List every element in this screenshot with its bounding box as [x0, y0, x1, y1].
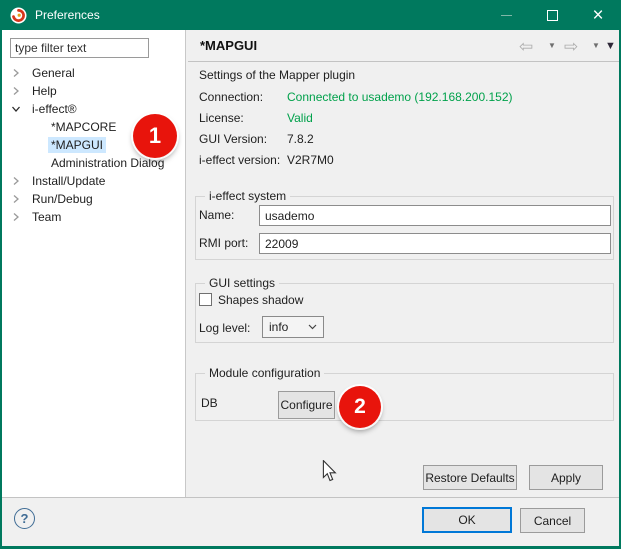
- combo-chevron-icon: [308, 324, 317, 330]
- tree-item-install-update[interactable]: Install/Update: [2, 172, 186, 190]
- configure-button[interactable]: Configure: [278, 391, 335, 419]
- caret-down-icon: ▼: [548, 42, 556, 50]
- tree-item-label: i-effect®: [29, 101, 80, 117]
- forward-arrow-icon: ⇨: [564, 38, 578, 55]
- tree-item-help[interactable]: Help: [2, 82, 186, 100]
- forward-history-dropdown[interactable]: ▼: [592, 36, 600, 56]
- ok-button[interactable]: OK: [422, 507, 512, 533]
- tree-item-general[interactable]: General: [2, 64, 186, 82]
- close-button[interactable]: ×: [575, 0, 621, 30]
- help-button[interactable]: ?: [14, 508, 35, 529]
- module-config-group: Module configuration: [195, 373, 614, 421]
- section-title: Settings of the Mapper plugin: [199, 68, 355, 82]
- step-badge-1: 1: [133, 114, 177, 158]
- ieffect-version-label: i-effect version:: [199, 153, 280, 167]
- bottom-separator: [2, 497, 619, 498]
- shapes-shadow-checkbox[interactable]: [199, 293, 212, 306]
- maximize-button[interactable]: [529, 0, 575, 30]
- caret-down-icon: ▼: [592, 42, 600, 50]
- app-icon: [10, 7, 27, 24]
- back-arrow-icon: ⇦: [519, 38, 533, 55]
- preferences-dialog: Preferences × General Help i-effect® *MA…: [0, 0, 621, 549]
- tree-item-label: Run/Debug: [29, 191, 96, 207]
- chevron-right-icon: [12, 176, 20, 186]
- connection-label: Connection:: [199, 90, 263, 104]
- minimize-icon: [501, 15, 512, 16]
- back-button[interactable]: ⇦: [519, 36, 533, 56]
- tree-item-label: Team: [29, 209, 64, 225]
- license-value: Valid: [287, 111, 313, 125]
- log-level-value: info: [269, 320, 288, 334]
- restore-defaults-button[interactable]: Restore Defaults: [423, 465, 517, 490]
- step-badge-2-number: 2: [354, 395, 366, 419]
- tree-item-label: General: [29, 65, 78, 81]
- gui-version-label: GUI Version:: [199, 132, 267, 146]
- tree-item-label: Install/Update: [29, 173, 108, 189]
- mouse-cursor: [322, 460, 337, 482]
- gui-settings-group: GUI settings: [195, 283, 614, 343]
- step-badge-2: 2: [339, 386, 381, 428]
- rmi-port-label: RMI port:: [199, 236, 248, 250]
- log-level-label: Log level:: [199, 321, 250, 335]
- tree-item-label-selected: *MAPGUI: [48, 137, 106, 153]
- help-icon: ?: [21, 511, 29, 526]
- filter-input[interactable]: [10, 38, 149, 58]
- tree-item-label: Help: [29, 83, 60, 99]
- log-level-select[interactable]: info: [262, 316, 324, 338]
- ieffect-version-value: V2R7M0: [287, 153, 334, 167]
- system-group-title: i-effect system: [205, 189, 290, 203]
- chevron-right-icon: [12, 194, 20, 204]
- forward-button[interactable]: ⇨: [564, 36, 578, 56]
- chevron-right-icon: [12, 86, 20, 96]
- step-badge-1-number: 1: [149, 123, 161, 149]
- minimize-button[interactable]: [483, 0, 529, 30]
- view-menu-button[interactable]: ▼: [605, 36, 616, 56]
- gui-version-value: 7.8.2: [287, 132, 314, 146]
- window-controls: ×: [483, 0, 621, 30]
- menu-caret-icon: ▼: [605, 41, 616, 52]
- titlebar[interactable]: Preferences ×: [0, 0, 621, 30]
- sidebar: General Help i-effect® *MAPCORE *MAPGUI …: [2, 30, 186, 497]
- cancel-button[interactable]: Cancel: [520, 508, 585, 533]
- apply-button[interactable]: Apply: [529, 465, 603, 490]
- name-label: Name:: [199, 208, 234, 222]
- rmi-port-input[interactable]: [259, 233, 611, 254]
- header-separator: [188, 61, 621, 62]
- license-label: License:: [199, 111, 244, 125]
- window-title: Preferences: [35, 8, 100, 22]
- close-icon: ×: [592, 6, 603, 25]
- page-title: *MAPGUI: [200, 38, 257, 53]
- tree-item-label: *MAPCORE: [48, 119, 119, 135]
- tree-item-team[interactable]: Team: [2, 208, 186, 226]
- back-history-dropdown[interactable]: ▼: [548, 36, 556, 56]
- chevron-down-icon: [11, 104, 21, 114]
- module-config-group-title: Module configuration: [205, 366, 324, 380]
- chevron-right-icon: [12, 212, 20, 222]
- tree-item-run-debug[interactable]: Run/Debug: [2, 190, 186, 208]
- chevron-right-icon: [12, 68, 20, 78]
- maximize-icon: [547, 10, 558, 21]
- gui-settings-group-title: GUI settings: [205, 276, 279, 290]
- name-input[interactable]: [259, 205, 611, 226]
- connection-value: Connected to usademo (192.168.200.152): [287, 90, 513, 104]
- db-label: DB: [201, 396, 218, 410]
- shapes-shadow-label: Shapes shadow: [218, 293, 303, 307]
